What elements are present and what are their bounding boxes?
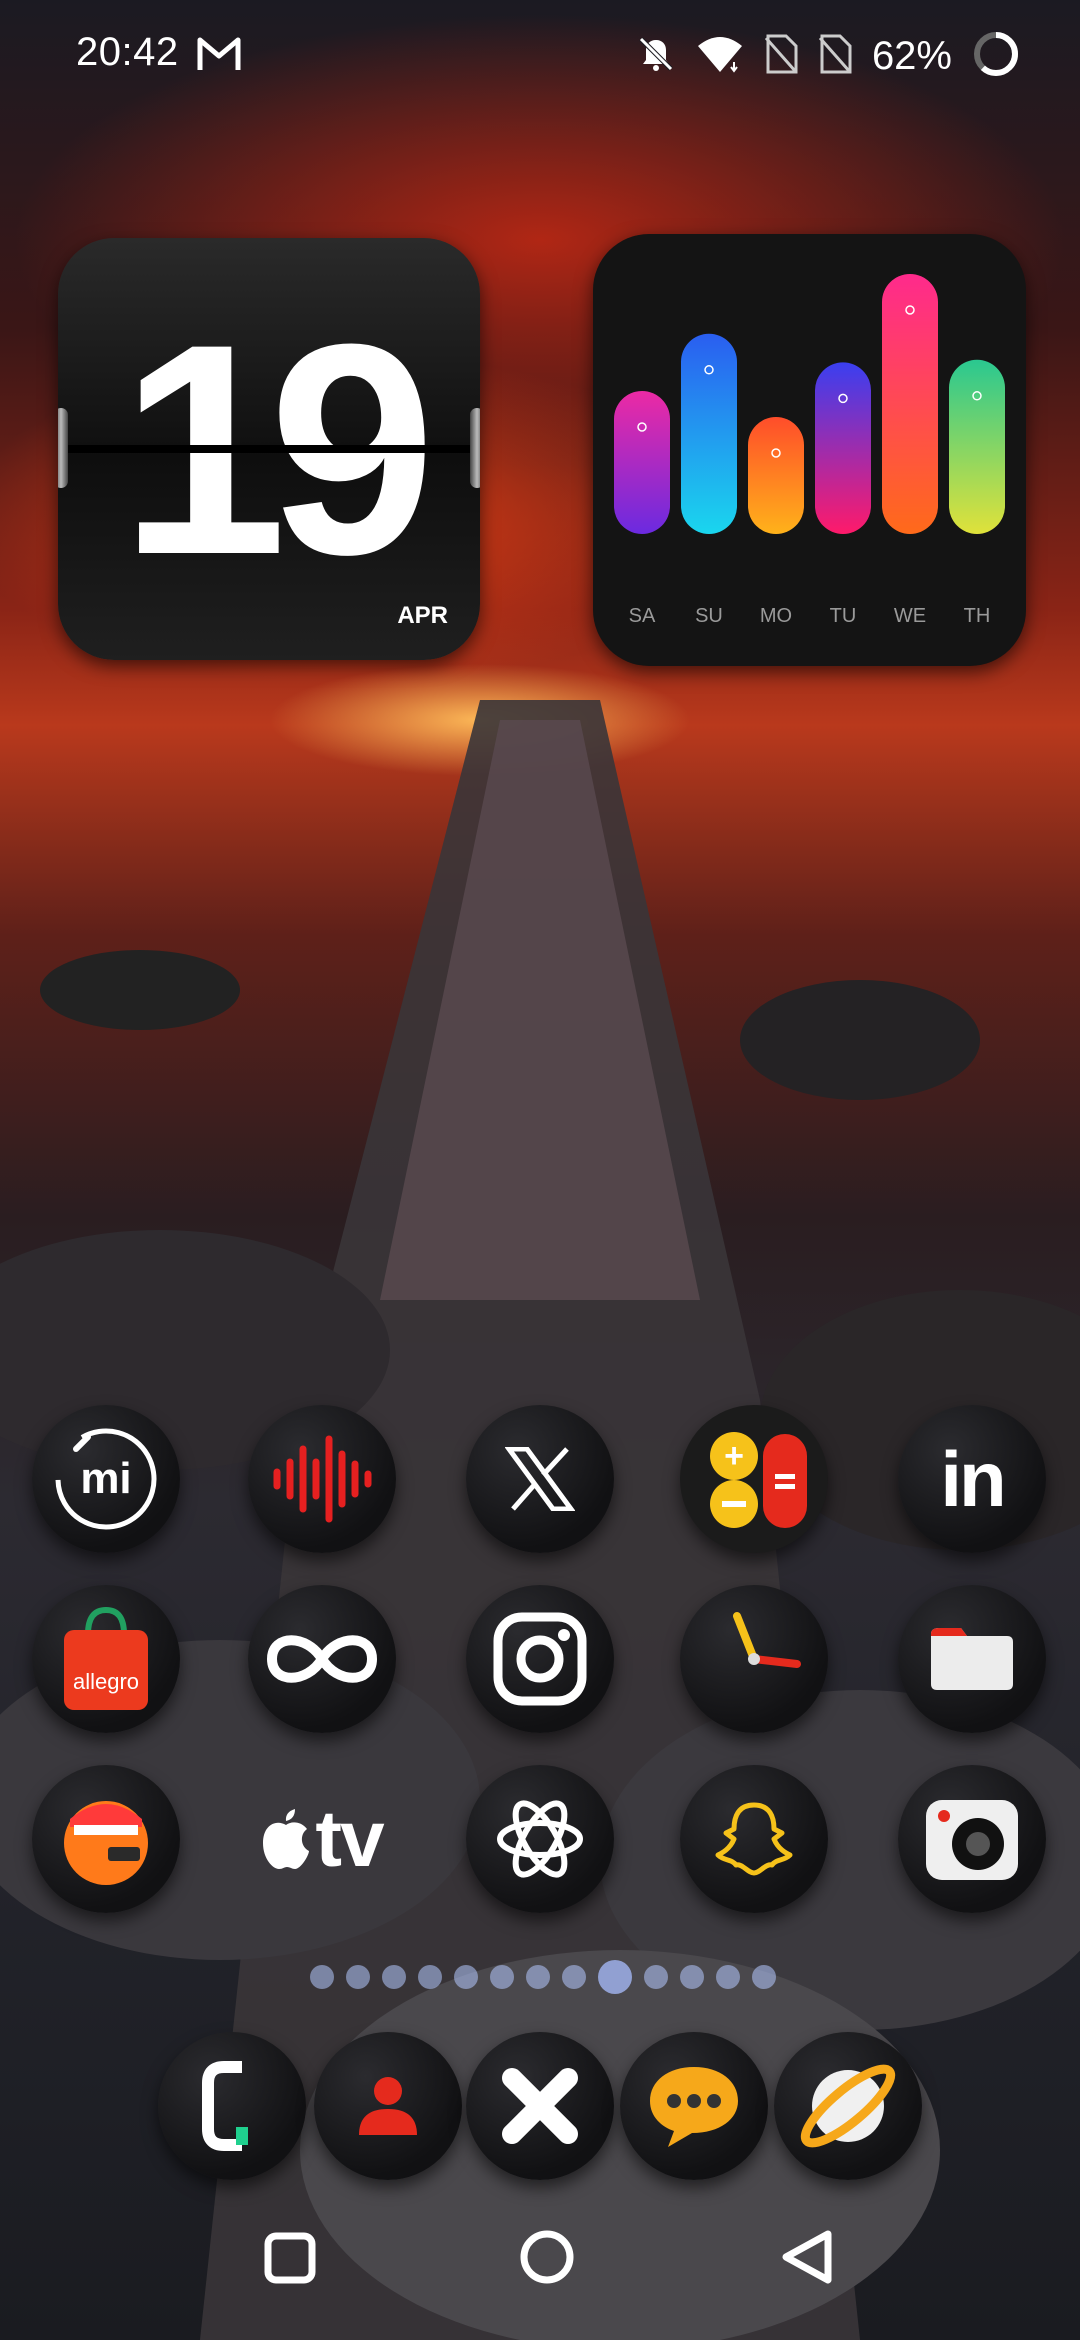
page-dot[interactable]: [526, 1965, 550, 1989]
sound-recorder-icon[interactable]: [248, 1405, 396, 1553]
messages-icon[interactable]: [620, 2032, 768, 2180]
flip-hinge-right: [470, 408, 480, 488]
phone-icon[interactable]: [158, 2032, 306, 2180]
linkedin-icon[interactable]: in: [898, 1405, 1046, 1553]
page-dot[interactable]: [418, 1965, 442, 1989]
page-dot[interactable]: [644, 1965, 668, 1989]
week-bar-we: [882, 274, 938, 534]
linkedin-label: in: [940, 1434, 1006, 1523]
navigation-bar: [0, 2200, 1080, 2320]
browser-icon[interactable]: [774, 2032, 922, 2180]
chatgpt-icon[interactable]: [466, 1765, 614, 1913]
camera-icon[interactable]: [898, 1765, 1046, 1913]
page-dot[interactable]: [310, 1965, 334, 1989]
close-x-icon[interactable]: [466, 2032, 614, 2180]
week-day-label: WE: [894, 605, 926, 627]
week-day-label: MO: [760, 605, 792, 627]
week-day-label: TU: [830, 605, 857, 627]
clock-icon[interactable]: [680, 1585, 828, 1733]
page-indicator[interactable]: [310, 1960, 776, 1994]
page-dot[interactable]: [382, 1965, 406, 1989]
page-dot-active[interactable]: [598, 1960, 632, 1994]
folder-icon[interactable]: [898, 1585, 1046, 1733]
allegro-icon[interactable]: allegro: [32, 1585, 180, 1733]
no-sim-icon: [818, 34, 852, 79]
battery-ring-icon: [972, 30, 1020, 83]
clock-time: 20:42: [76, 30, 179, 74]
page-dot[interactable]: [752, 1965, 776, 1989]
week-day-label: TH: [964, 605, 991, 627]
date-widget[interactable]: 19 APR: [58, 238, 480, 660]
week-day-label: SA: [629, 605, 656, 627]
flip-divider: [58, 445, 480, 453]
recents-button[interactable]: [262, 2230, 318, 2291]
date-month: APR: [397, 602, 448, 629]
gmail-icon: [196, 36, 242, 77]
snapchat-icon[interactable]: [680, 1765, 828, 1913]
week-bar-sa: [614, 391, 670, 534]
file-manager-icon[interactable]: [32, 1765, 180, 1913]
back-button[interactable]: [776, 2228, 836, 2291]
page-dot[interactable]: [680, 1965, 704, 1989]
week-widget[interactable]: SA SU MO TU WE TH: [593, 234, 1026, 666]
page-dot[interactable]: [562, 1965, 586, 1989]
week-bar-th: [949, 359, 1005, 534]
page-dot[interactable]: [716, 1965, 740, 1989]
apple-tv-label: tv: [315, 1794, 384, 1883]
home-button[interactable]: [518, 2228, 576, 2291]
infinity-icon[interactable]: [248, 1585, 396, 1733]
svg-text:+: +: [724, 1437, 744, 1475]
xiaomi-icon[interactable]: mi: [32, 1405, 180, 1553]
xiaomi-label: mi: [80, 1454, 132, 1503]
week-bar-su: [681, 333, 737, 534]
allegro-label: allegro: [72, 1669, 140, 1694]
page-dot[interactable]: [346, 1965, 370, 1989]
no-sim-icon: [764, 34, 798, 79]
x-twitter-icon[interactable]: [466, 1405, 614, 1553]
flip-hinge-left: [58, 408, 68, 488]
page-dot[interactable]: [454, 1965, 478, 1989]
instagram-icon[interactable]: [466, 1585, 614, 1733]
status-bar: 20:42 62%: [0, 0, 1080, 110]
battery-percent: 62%: [871, 34, 952, 78]
week-day-label: SU: [695, 605, 723, 627]
wifi-icon: [696, 34, 744, 79]
week-bar-mo: [748, 417, 804, 534]
dnd-icon: [636, 34, 676, 79]
week-bar-tu: [815, 362, 871, 534]
contacts-icon[interactable]: [314, 2032, 462, 2180]
week-bars: SA SU MO TU WE TH: [614, 274, 1005, 627]
calculator-icon[interactable]: +: [680, 1405, 828, 1553]
page-dot[interactable]: [490, 1965, 514, 1989]
apple-tv-icon[interactable]: tv: [248, 1765, 396, 1913]
